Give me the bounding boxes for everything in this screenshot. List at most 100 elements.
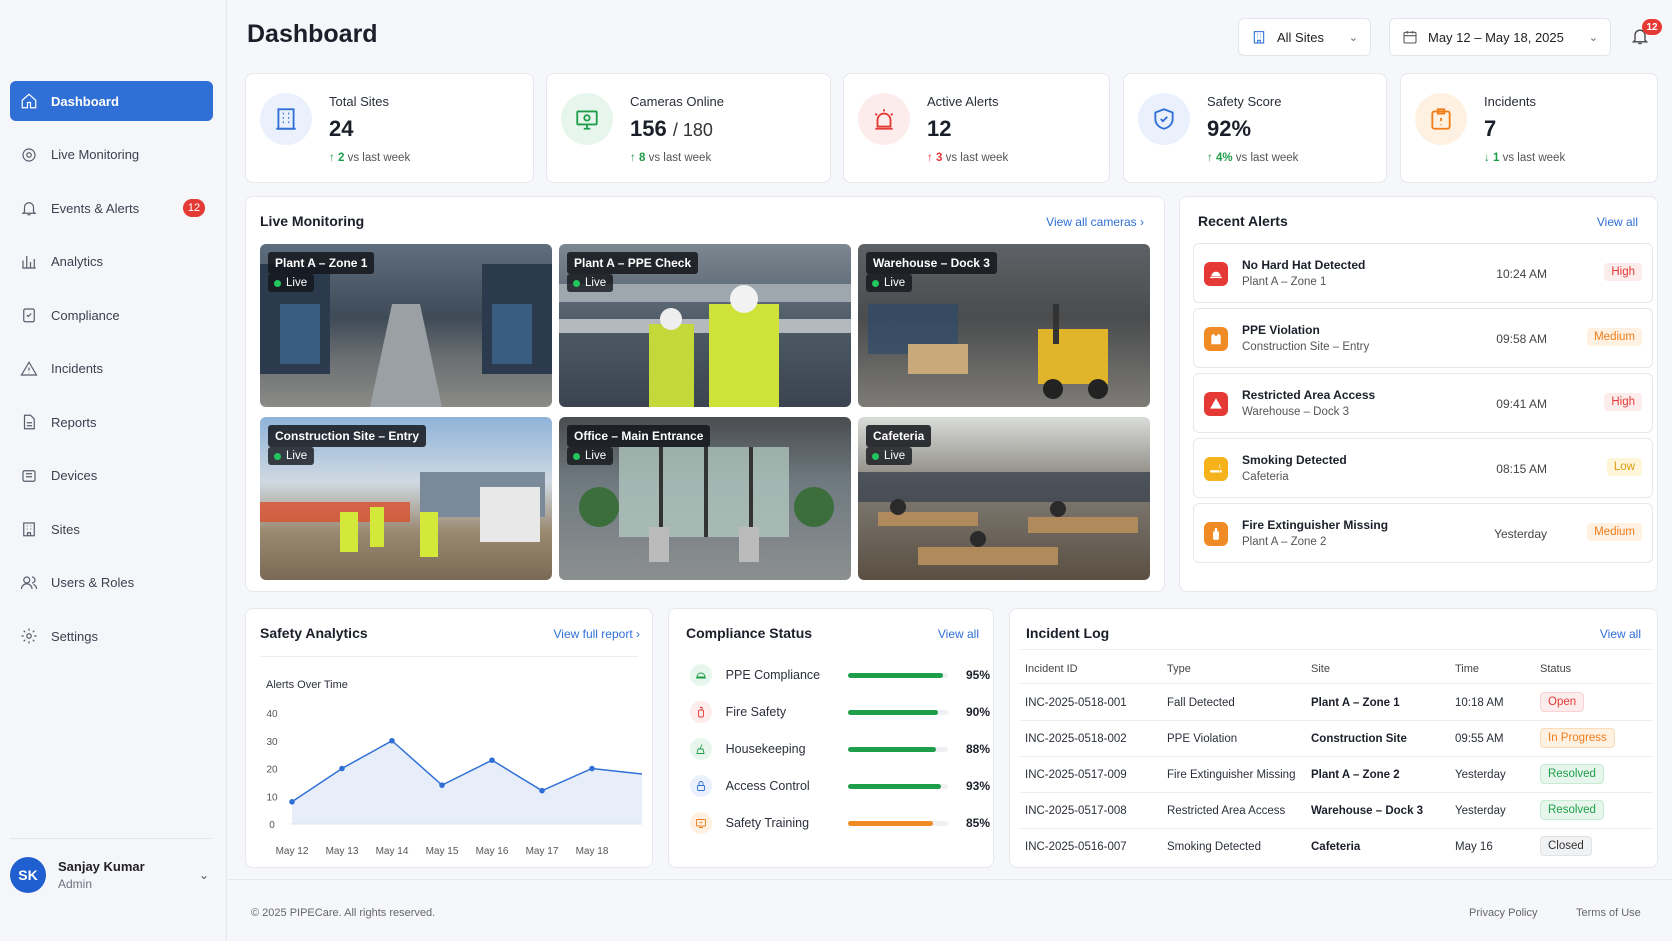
progress-fill — [847, 783, 941, 789]
column-header-type[interactable]: Type — [1167, 663, 1191, 675]
table-divider — [1020, 756, 1653, 757]
stat-delta: 2 — [337, 152, 345, 164]
broom-icon — [690, 738, 712, 760]
alert-time: Yesterday — [1494, 527, 1547, 541]
camera-tile-plant-a-ppe-check[interactable]: Plant A – PPE Check Live — [559, 244, 851, 407]
sidebar-item-incidents[interactable]: Incidents — [10, 349, 213, 389]
sidebar-item-settings[interactable]: Settings — [10, 616, 213, 656]
stat-value: 24 — [329, 116, 354, 141]
camera-tile-plant-a-zone-1[interactable]: Plant A – Zone 1 Live — [260, 244, 552, 407]
stat-change: ↑ 8 vs last week — [630, 152, 711, 164]
stat-value: 7 — [1484, 116, 1497, 141]
sidebar-item-reports[interactable]: Reports — [10, 402, 213, 442]
compliance-row: Safety Training 85% — [690, 812, 990, 834]
sites-select[interactable]: All Sites ⌄ — [1238, 18, 1371, 56]
chevron-down-icon[interactable]: ⌄ — [199, 868, 209, 882]
arrow-up-icon: ↑ — [1207, 152, 1213, 164]
user-menu[interactable]: SK Sanjay Kumar Admin ⌄ — [10, 855, 213, 895]
alert-title: PPE Violation — [1242, 323, 1320, 337]
live-monitoring-panel: Live Monitoring View all cameras › Plant… — [245, 196, 1165, 592]
sidebar-nav: Dashboard Live Monitoring Events & Alert… — [10, 81, 213, 670]
column-header-time[interactable]: Time — [1455, 663, 1479, 675]
terms-of-use-link[interactable]: Terms of Use — [1576, 907, 1641, 919]
camera-tile-construction-site-entry[interactable]: Construction Site – Entry Live — [260, 417, 552, 580]
view-all-incidents-link[interactable]: View all — [1600, 627, 1641, 641]
link-label: View all cameras — [1046, 215, 1137, 229]
stat-delta: 1 — [1492, 152, 1500, 164]
sites-select-value: All Sites — [1277, 29, 1324, 45]
incident-type: Fire Extinguisher Missing — [1167, 769, 1296, 781]
incident-id: INC-2025-0517-008 — [1025, 805, 1127, 817]
table-divider — [1020, 649, 1653, 650]
compliance-percent: 85% — [965, 816, 990, 830]
live-indicator: Live — [866, 274, 913, 292]
document-icon — [23, 414, 35, 430]
alert-site: Warehouse – Dock 3 — [1242, 406, 1349, 418]
series-area — [292, 740, 642, 824]
live-indicator: Live — [268, 274, 315, 292]
compliance-percent: 95% — [965, 668, 990, 682]
link-label: View full report — [553, 627, 633, 641]
incident-type: Smoking Detected — [1167, 841, 1261, 853]
stat-change: ↓ 1 vs last week — [1484, 152, 1565, 164]
alert-time: 09:41 AM — [1496, 397, 1547, 411]
stat-change: ↑ 4% vs last week — [1207, 152, 1298, 164]
column-header-incident-id[interactable]: Incident ID — [1025, 663, 1078, 675]
column-header-site[interactable]: Site — [1311, 663, 1330, 675]
camera-tile-warehouse-dock-3[interactable]: Warehouse – Dock 3 Live — [858, 244, 1150, 407]
sidebar-item-label: Events & Alerts — [51, 200, 140, 216]
camera-tile-cafeteria[interactable]: Cafeteria Live — [858, 417, 1150, 580]
sidebar-item-dashboard[interactable]: Dashboard — [10, 81, 213, 121]
sidebar-item-live-monitoring[interactable]: Live Monitoring — [10, 135, 213, 175]
section-title: Live Monitoring — [260, 213, 365, 229]
arrow-up-icon: ↑ — [927, 152, 933, 164]
alert-item[interactable]: Restricted Area Access Warehouse – Dock … — [1193, 373, 1653, 433]
compliance-label: Fire Safety — [725, 705, 787, 719]
view-all-cameras-link[interactable]: View all cameras › — [1046, 215, 1144, 229]
alert-item[interactable]: Fire Extinguisher Missing Plant A – Zone… — [1193, 503, 1653, 563]
sidebar-item-analytics[interactable]: Analytics — [10, 242, 213, 282]
camera-tile-office-main-entrance[interactable]: Office – Main Entrance Live — [559, 417, 851, 580]
sidebar-item-users-roles[interactable]: Users & Roles — [10, 563, 213, 603]
data-point — [539, 787, 545, 794]
safety-analytics-panel: Safety Analytics View full report › Aler… — [245, 608, 653, 868]
compliance-percent: 88% — [965, 742, 990, 756]
privacy-policy-link[interactable]: Privacy Policy — [1469, 907, 1537, 919]
stat-delta-text: vs last week — [1502, 152, 1566, 164]
sidebar-item-compliance[interactable]: Compliance — [10, 295, 213, 335]
view-all-compliance-link[interactable]: View all — [938, 627, 979, 641]
alerts-count-badge: 12 — [183, 199, 205, 217]
monitor-icon — [561, 93, 613, 145]
sidebar-item-label: Devices — [51, 468, 98, 483]
x-tick-label: May 18 — [576, 846, 609, 857]
live-label: Live — [884, 277, 906, 289]
compliance-progress-bar — [847, 672, 948, 678]
sidebar-item-events-alerts[interactable]: Events & Alerts 12 — [10, 188, 213, 228]
progress-fill — [847, 709, 938, 715]
view-all-alerts-link[interactable]: View all — [1597, 215, 1638, 229]
sidebar-item-sites[interactable]: Sites — [10, 509, 213, 549]
severity-badge: Low — [1606, 458, 1642, 476]
sidebar: Dashboard Live Monitoring Events & Alert… — [0, 0, 227, 941]
camera-name: Construction Site – Entry — [268, 425, 427, 447]
alert-item[interactable]: No Hard Hat Detected Plant A – Zone 1 10… — [1193, 243, 1653, 303]
view-full-report-link[interactable]: View full report › — [554, 627, 641, 641]
sidebar-item-label: Settings — [51, 628, 98, 644]
alert-item[interactable]: PPE Violation Construction Site – Entry … — [1193, 308, 1653, 368]
incident-id: INC-2025-0518-002 — [1025, 733, 1127, 745]
user-info: Sanjay Kumar Admin — [58, 859, 145, 891]
stat-card-total-sites: Total Sites 24 ↑ 2 vs last week — [245, 73, 534, 183]
column-header-status[interactable]: Status — [1540, 663, 1571, 675]
status-badge: Closed — [1540, 836, 1592, 856]
building-icon — [1253, 31, 1265, 44]
sidebar-item-devices[interactable]: Devices — [10, 456, 213, 496]
alert-title: Fire Extinguisher Missing — [1242, 518, 1389, 532]
severity-badge: High — [1604, 263, 1642, 281]
notifications-button[interactable]: 12 — [1630, 19, 1662, 48]
incident-time: 10:18 AM — [1455, 697, 1504, 709]
section-title: Compliance Status — [686, 625, 813, 641]
copyright-text: © 2025 PIPECare. All rights reserved. — [251, 907, 436, 919]
alert-item[interactable]: Smoking Detected Cafeteria 08:15 AM Low — [1193, 438, 1653, 498]
date-range-picker[interactable]: May 12 – May 18, 2025 ⌄ — [1389, 18, 1611, 56]
sidebar-item-label: Users & Roles — [51, 575, 135, 590]
